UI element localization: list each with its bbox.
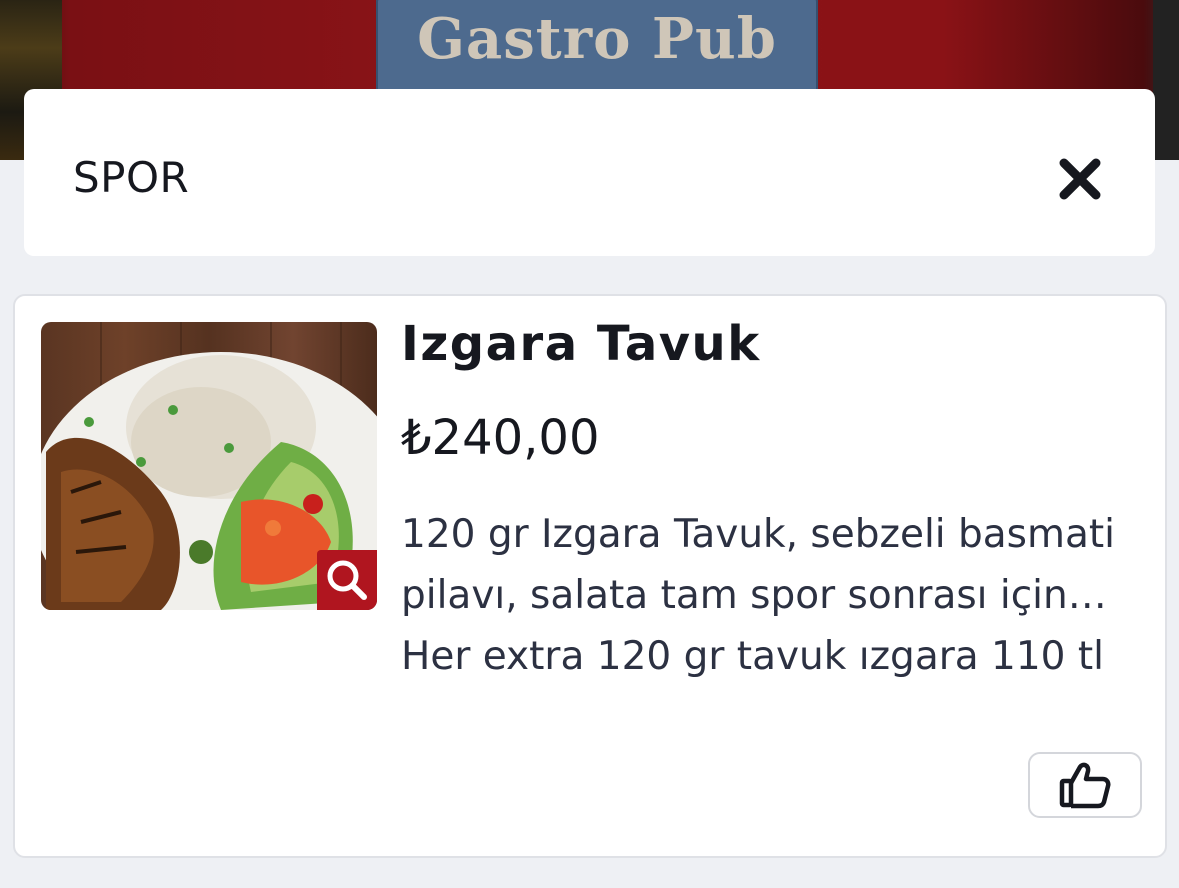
product-image[interactable] — [41, 322, 377, 610]
like-button[interactable] — [1028, 752, 1142, 818]
thumbs-up-icon — [1059, 762, 1111, 809]
zoom-button[interactable] — [317, 550, 377, 610]
product-name: Izgara Tavuk — [401, 316, 761, 372]
product-card: Izgara Tavuk ₺240,00 120 gr Izgara Tavuk… — [13, 294, 1167, 858]
search-icon — [327, 560, 367, 600]
product-price: ₺240,00 — [401, 410, 600, 466]
restaurant-sign: Gastro Pub — [376, 0, 818, 98]
banner-decoration-right — [1153, 0, 1179, 160]
restaurant-sign-text: Gastro Pub — [417, 6, 777, 72]
category-title: SPOR — [73, 153, 190, 202]
product-description: 120 gr Izgara Tavuk, sebzeli basmati pil… — [401, 512, 1116, 679]
close-icon[interactable] — [1058, 157, 1102, 201]
category-header: SPOR — [24, 89, 1155, 256]
